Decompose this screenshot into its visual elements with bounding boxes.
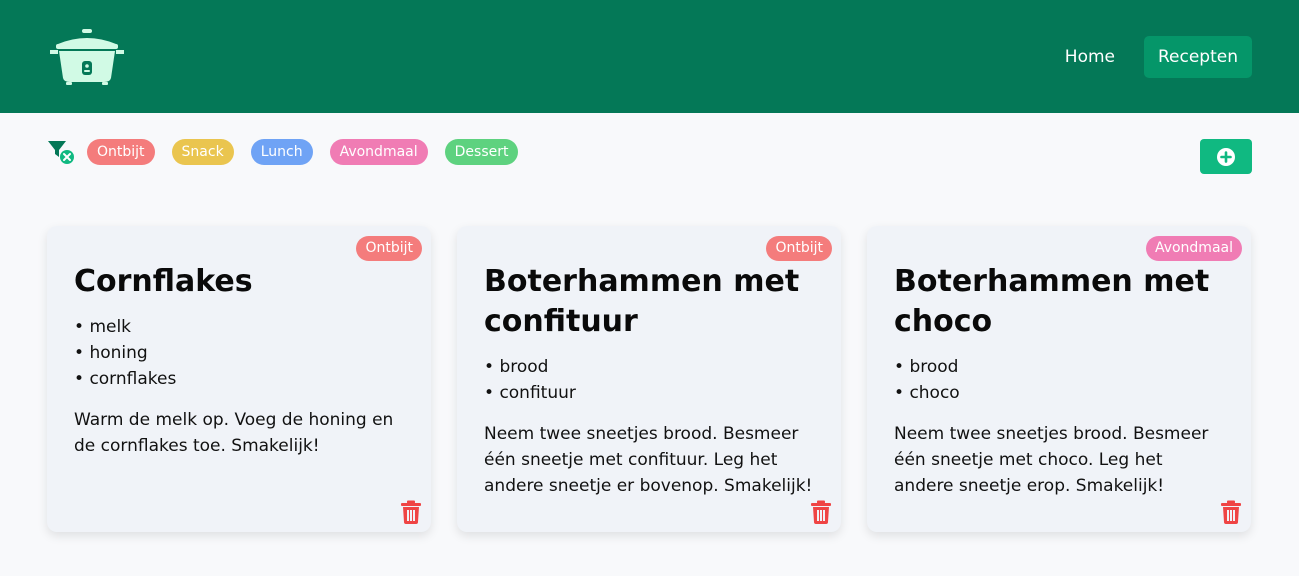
filter-pill-avondmaal[interactable]: Avondmaal [329,139,428,165]
nav-home[interactable]: Home [1051,36,1129,78]
trash-icon[interactable] [400,500,422,524]
ingredient-item: honing [74,340,405,366]
ingredient-item: confituur [484,380,815,406]
category-badge: Avondmaal [1145,236,1242,261]
filter-pill-snack[interactable]: Snack [171,139,234,165]
ingredient-item: choco [894,380,1225,406]
trash-icon[interactable] [810,500,832,524]
main-nav: Home Recepten [1051,35,1252,78]
ingredient-item: brood [484,354,815,380]
recipe-card: Ontbijt Boterhammen met confituur brood … [457,226,841,532]
recipe-card: Ontbijt Cornflakes melk honing cornflake… [47,226,431,532]
recipe-instructions: Neem twee sneetjes brood. Besmeer één sn… [894,424,1209,496]
ingredient-item: cornflakes [74,366,405,392]
ingredient-list: brood confituur [484,354,815,406]
filter-bar: Ontbijt Snack Lunch Avondmaal Dessert On… [0,113,1299,532]
recipe-title: Boterhammen met choco [894,264,1210,339]
rice-cooker-icon[interactable] [48,28,126,86]
recipe-instructions: Neem twee sneetjes brood. Besmeer één sn… [484,424,813,496]
recipe-card: Avondmaal Boterhammen met choco brood ch… [867,226,1251,532]
category-filters: Ontbijt Snack Lunch Avondmaal Dessert [47,139,535,165]
filter-pill-ontbijt[interactable]: Ontbijt [87,139,155,165]
recipe-title: Boterhammen met confituur [484,264,800,339]
filter-clear-icon[interactable] [47,139,75,165]
recipe-instructions: Warm de melk op. Voeg de honing en de co… [74,410,394,456]
top-header: Home Recepten [0,0,1299,113]
ingredient-item: melk [74,314,405,340]
add-recipe-button[interactable] [1200,139,1252,174]
filter-pill-dessert[interactable]: Dessert [444,139,519,165]
plus-circle-icon [1217,147,1235,166]
nav-recepten[interactable]: Recepten [1143,35,1252,78]
category-badge: Ontbijt [356,236,422,261]
ingredient-item: brood [894,354,1225,380]
ingredient-list: brood choco [894,354,1225,406]
recipe-cards: Ontbijt Cornflakes melk honing cornflake… [47,226,1251,532]
trash-icon[interactable] [1220,500,1242,524]
filter-pill-lunch[interactable]: Lunch [250,139,313,165]
ingredient-list: melk honing cornflakes [74,314,405,392]
recipe-title: Cornflakes [74,264,253,299]
category-badge: Ontbijt [766,236,832,261]
